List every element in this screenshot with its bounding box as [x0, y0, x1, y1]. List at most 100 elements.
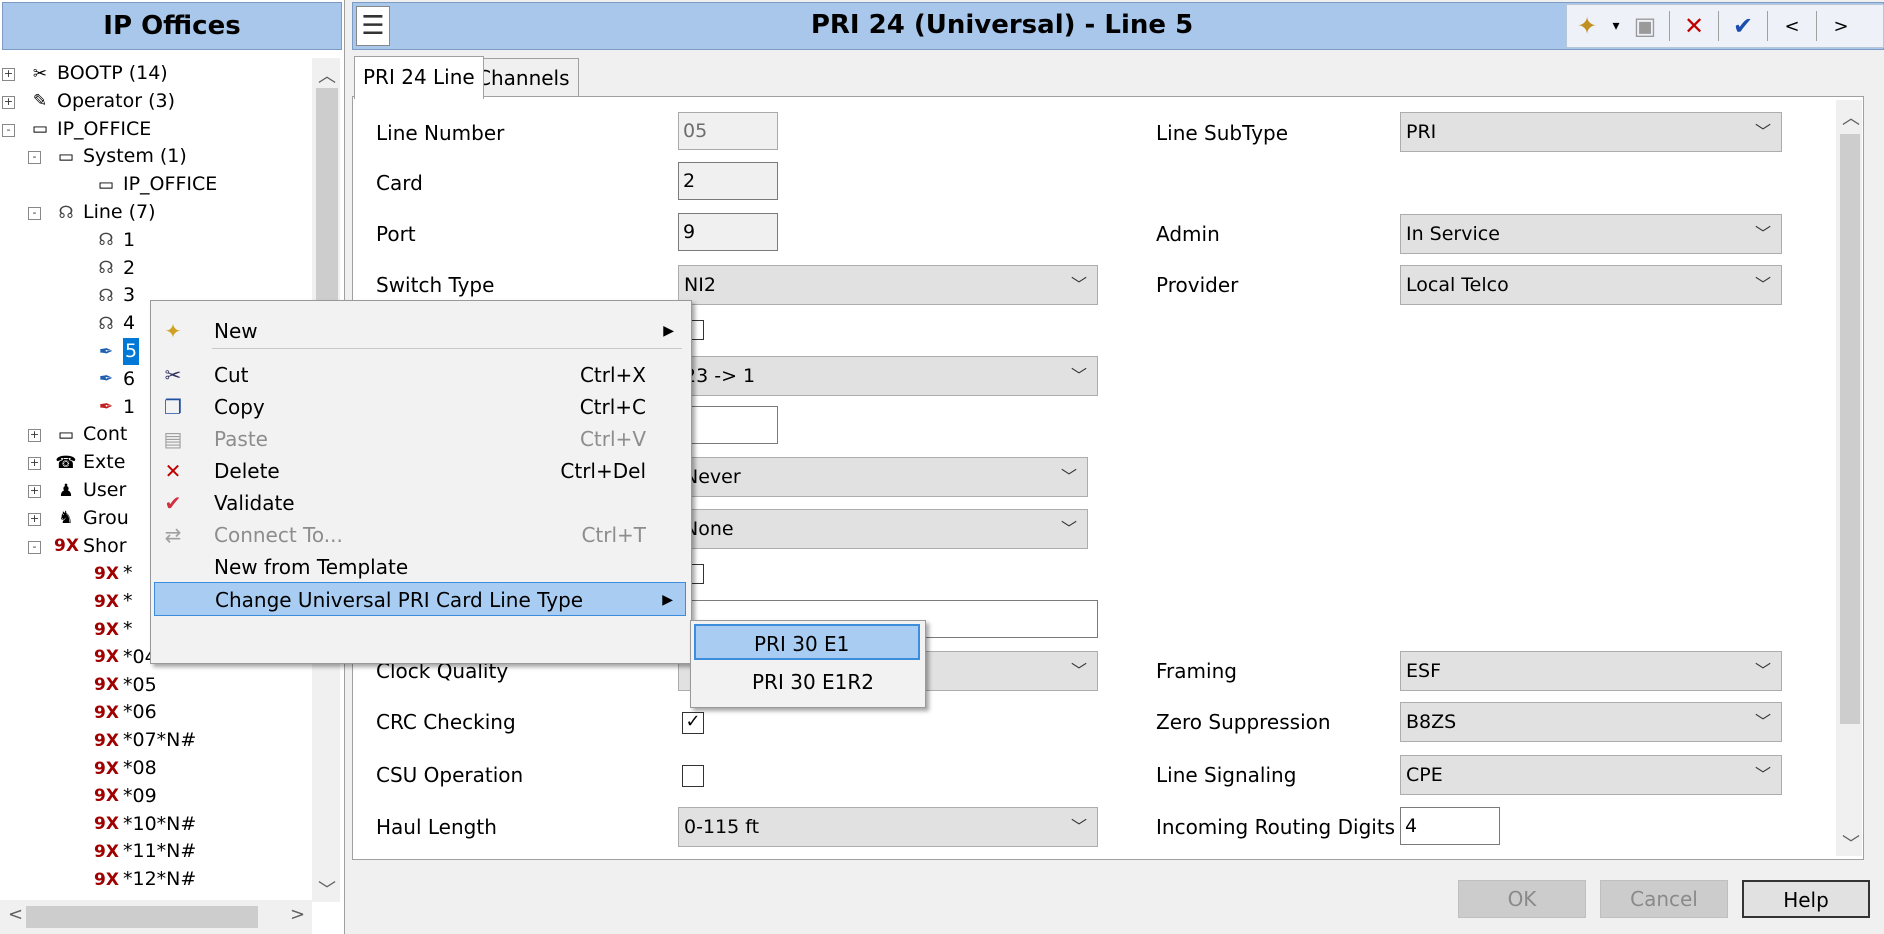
tree-item[interactable]: 9X *09 [94, 783, 157, 810]
tree-item[interactable]: 9X Shor [54, 533, 127, 560]
csu-operation-checkbox[interactable] [682, 765, 704, 787]
collapse-icon[interactable]: - [28, 151, 41, 165]
tree-item[interactable]: 9X * [94, 588, 133, 615]
cancel-button[interactable]: Cancel [1600, 880, 1728, 918]
collapse-icon[interactable]: - [2, 123, 15, 137]
tab-channels[interactable]: Channels [468, 58, 579, 97]
tree-item[interactable]: ☊ 1 [94, 227, 135, 254]
tree-item[interactable]: ♟ User [54, 477, 126, 504]
channel-allocation-select[interactable]: 23 -> 1 ﹀ [678, 356, 1098, 396]
switch-type-select[interactable]: NI2 ﹀ [678, 265, 1098, 305]
form-vertical-scroll-thumb[interactable] [1840, 134, 1860, 724]
menu-item-validate[interactable]: ✔ Validate [154, 486, 686, 520]
list-menu-icon[interactable]: ☰ [356, 6, 390, 46]
tree-horizontal-scroll-thumb[interactable] [26, 906, 258, 928]
menu-item-change-universal-pri-card-line-type[interactable]: Change Universal PRI Card Line Type ▶ [154, 582, 686, 616]
tree-item[interactable]: 9X * [94, 616, 133, 643]
hidden-select-1[interactable]: Never ﹀ [678, 457, 1088, 497]
user-icon: ♟ [58, 480, 74, 501]
line-signaling-select[interactable]: CPE ﹀ [1400, 755, 1782, 795]
delete-icon[interactable]: ✕ [1674, 6, 1714, 46]
hidden-select-2[interactable]: None ﹀ [678, 509, 1088, 549]
tree-item[interactable]: ♞ Grou [54, 505, 128, 532]
tree-item[interactable]: 9X *07*N# [94, 727, 196, 754]
menu-item-new-from-template[interactable]: New from Template [154, 550, 686, 584]
chevron-down-icon[interactable]: ▾ [1607, 6, 1625, 46]
tree-item[interactable]: ☊ 2 [94, 255, 135, 282]
collapse-icon[interactable]: - [28, 540, 41, 554]
expand-icon[interactable]: + [2, 95, 15, 109]
provider-select[interactable]: Local Telco ﹀ [1400, 265, 1782, 305]
export-icon[interactable]: ▣ [1625, 6, 1665, 46]
new-item-icon[interactable]: ✦ [1567, 6, 1607, 46]
ok-button[interactable]: OK [1458, 880, 1586, 918]
line-subtype-value: PRI [1406, 121, 1437, 143]
tree-item[interactable]: 9X *08 [94, 755, 157, 782]
menu-item-paste[interactable]: ▤ Paste Ctrl+V [154, 422, 686, 456]
expand-icon[interactable]: + [28, 457, 41, 471]
tree-item[interactable]: ✎ Operator (3) [28, 88, 175, 115]
hidden-text-field-1[interactable] [678, 406, 778, 444]
scroll-left-icon[interactable]: < [8, 904, 23, 925]
tree-item[interactable]: 9X *06 [94, 699, 157, 726]
zero-suppression-select[interactable]: B8ZS ﹀ [1400, 702, 1782, 742]
tree-item[interactable]: 9X *05 [94, 672, 157, 699]
help-button[interactable]: Help [1742, 880, 1870, 918]
tree-item[interactable]: ▭ System (1) [54, 143, 187, 170]
tree-item[interactable]: ▭ IP_OFFICE [28, 116, 151, 143]
tree-item[interactable]: 9X * [94, 560, 133, 587]
next-icon[interactable]: > [1821, 6, 1861, 46]
scroll-down-icon[interactable]: ﹀ [1842, 830, 1860, 856]
scroll-up-icon[interactable]: ︿ [1842, 104, 1860, 130]
tree-item[interactable]: ☎ Exte [54, 449, 125, 476]
admin-select[interactable]: In Service ﹀ [1400, 214, 1782, 254]
tree-item[interactable]: ☊ Line (7) [54, 199, 155, 226]
menu-item-connect-to[interactable]: ⇄ Connect To... Ctrl+T [154, 518, 686, 552]
validate-icon[interactable]: ✔ [1723, 6, 1763, 46]
expand-icon[interactable]: + [28, 512, 41, 526]
scroll-right-icon[interactable]: > [290, 904, 305, 925]
collapse-icon[interactable]: - [28, 207, 41, 220]
tree-item[interactable]: ☊ 4 [94, 310, 135, 337]
ip-office-icon: ▭ [31, 119, 49, 140]
expand-icon[interactable]: + [28, 485, 41, 498]
tree-item[interactable]: 9X *10*N# [94, 811, 196, 838]
tree-item[interactable]: 9X *04 [94, 644, 157, 671]
chevron-down-icon: ﹀ [1060, 467, 1077, 486]
previous-icon[interactable]: < [1772, 6, 1812, 46]
card-field[interactable]: 2 [678, 162, 778, 200]
tree-item[interactable]: 9X *12*N# [94, 866, 196, 893]
expand-icon[interactable]: + [28, 429, 41, 443]
menu-item-new[interactable]: ✦ New ▶ [154, 314, 686, 348]
delete-icon: ✕ [164, 459, 182, 483]
tree-item[interactable]: 9X *11*N# [94, 838, 196, 865]
submenu-item-pri-30-e1r2[interactable]: PRI 30 E1R2 [694, 664, 920, 700]
tree-item[interactable]: ✒ 6 [94, 366, 135, 393]
submenu-item-pri-30-e1[interactable]: PRI 30 E1 [694, 624, 920, 660]
framing-select[interactable]: ESF ﹀ [1400, 651, 1782, 691]
tree-vertical-scroll-thumb[interactable] [316, 88, 338, 308]
line-icon: ☊ [98, 313, 114, 334]
incoming-routing-digits-field[interactable]: 4 [1400, 807, 1500, 845]
expand-icon[interactable]: + [2, 68, 15, 81]
menu-item-cut[interactable]: ✂ Cut Ctrl+X [154, 358, 686, 392]
tree-item[interactable]: ▭ IP_OFFICE [94, 171, 217, 198]
tree-item[interactable]: ▭ Cont [54, 421, 127, 448]
tree-item[interactable]: ✒ 5 [94, 338, 140, 365]
crc-checking-checkbox[interactable]: ✓ [682, 712, 704, 734]
tree-item[interactable]: ✂ BOOTP (14) [28, 60, 168, 87]
scroll-down-icon[interactable]: ﹀ [318, 876, 336, 902]
tree-item[interactable]: ☊ 3 [94, 282, 135, 309]
menu-item-copy[interactable]: ❐ Copy Ctrl+C [154, 390, 686, 424]
tree-item[interactable]: ✒ 1 [94, 394, 135, 421]
tab-pri-24-line[interactable]: PRI 24 Line [354, 56, 484, 99]
haul-length-select[interactable]: 0-115 ft ﹀ [678, 807, 1098, 847]
admin-value: In Service [1406, 223, 1500, 245]
port-field[interactable]: 9 [678, 213, 778, 251]
channel-allocation-value: 23 -> 1 [684, 365, 756, 387]
scroll-up-icon[interactable]: ︿ [318, 62, 336, 88]
menu-item-delete[interactable]: ✕ Delete Ctrl+Del [154, 454, 686, 488]
line-subtype-select[interactable]: PRI ﹀ [1400, 112, 1782, 152]
tree-item-label: 6 [123, 367, 136, 390]
line-number-field[interactable]: 05 [678, 112, 778, 150]
